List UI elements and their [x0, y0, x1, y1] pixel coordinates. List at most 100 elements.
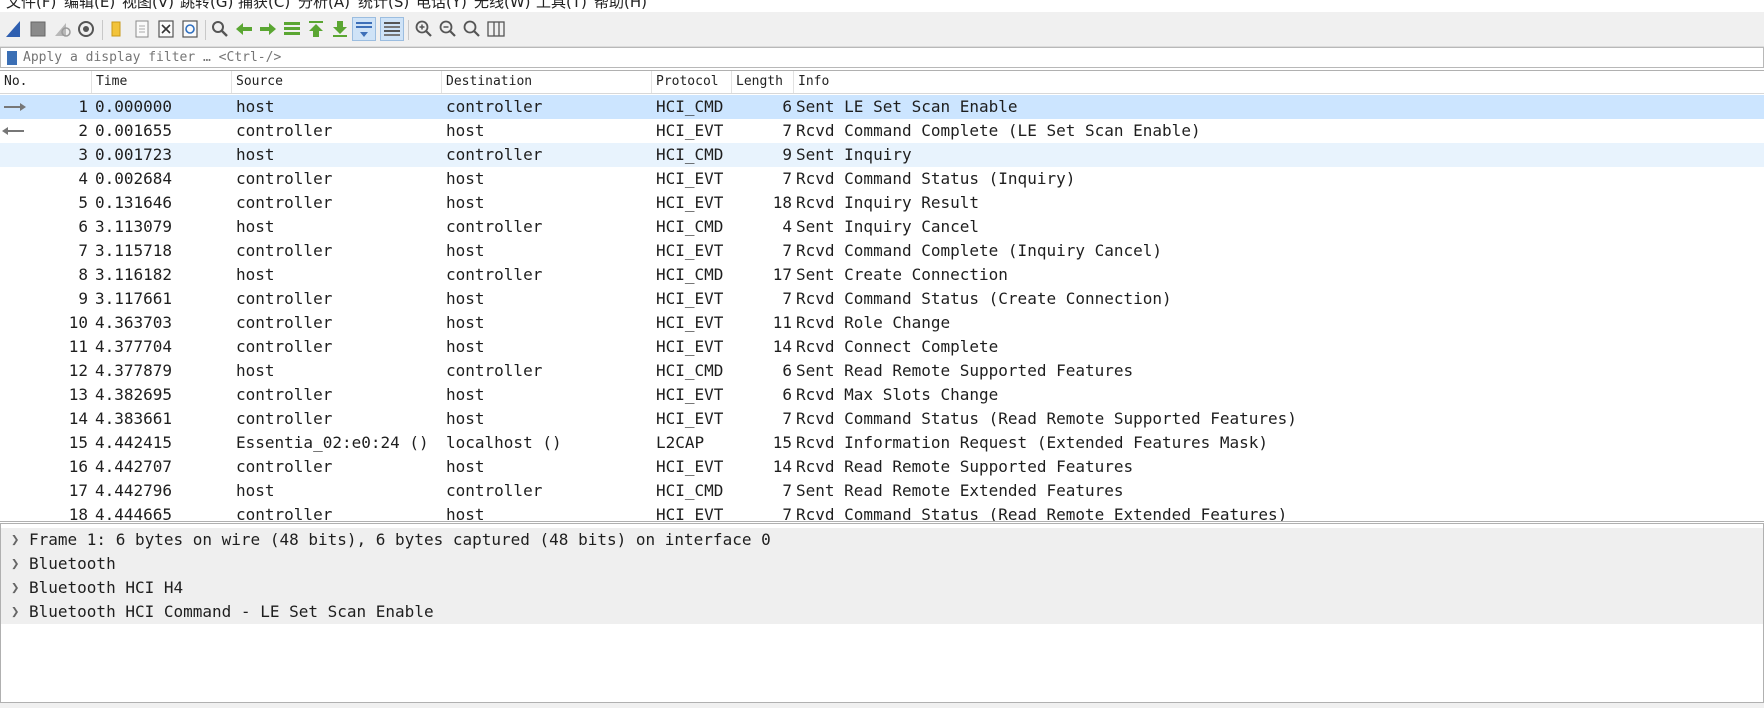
detail-tree-item[interactable]: ❯ Bluetooth	[1, 552, 1763, 576]
packet-length: 17	[772, 265, 792, 284]
packet-protocol: HCI_EVT	[656, 241, 724, 260]
column-header-length[interactable]: Length	[732, 71, 794, 93]
packet-row[interactable]: 9 3.117661 controller host HCI_EVT 7 Rcv…	[0, 287, 1764, 311]
colorize-icon[interactable]	[380, 17, 404, 41]
file-icon[interactable]	[130, 17, 154, 41]
packet-length: 4	[782, 217, 792, 236]
packet-info: Sent Create Connection	[796, 265, 1008, 284]
menu-capture[interactable]: 捕获(C)	[238, 0, 290, 12]
menu-view[interactable]: 视图(V)	[122, 0, 174, 12]
packet-destination: controller	[446, 217, 543, 236]
packet-row[interactable]: 5 0.131646 controller host HCI_EVT 18 Rc…	[0, 191, 1764, 215]
zoom-in-icon[interactable]	[412, 17, 436, 41]
chevron-right-icon[interactable]: ❯	[11, 556, 19, 572]
packet-length: 7	[782, 409, 792, 428]
packet-protocol: HCI_EVT	[656, 169, 724, 188]
packet-row[interactable]: 4 0.002684 controller host HCI_EVT 7 Rcv…	[0, 167, 1764, 191]
menu-tools[interactable]: 工具(T)	[536, 0, 587, 12]
packet-row[interactable]: 3 0.001723 host controller HCI_CMD 9 Sen…	[0, 143, 1764, 167]
bookmark-icon[interactable]	[7, 51, 17, 65]
go-to-packet-icon[interactable]	[280, 17, 304, 41]
packet-list-header: No. Time Source Destination Protocol Len…	[0, 71, 1764, 94]
column-header-destination[interactable]: Destination	[442, 71, 652, 93]
packet-source: controller	[236, 121, 333, 140]
packet-length: 18	[772, 193, 792, 212]
column-header-info[interactable]: Info	[794, 71, 1764, 93]
go-last-icon[interactable]	[328, 17, 352, 41]
find-icon[interactable]	[208, 17, 232, 41]
column-header-source[interactable]: Source	[232, 71, 442, 93]
packet-length: 7	[782, 505, 792, 522]
column-header-protocol[interactable]: Protocol	[652, 71, 732, 93]
packet-destination: host	[446, 289, 485, 308]
go-first-icon[interactable]	[304, 17, 328, 41]
packet-row[interactable]: 6 3.113079 host controller HCI_CMD 4 Sen…	[0, 215, 1764, 239]
packet-length: 14	[772, 457, 792, 476]
packet-row[interactable]: 17 4.442796 host controller HCI_CMD 7 Se…	[0, 479, 1764, 503]
packet-info: Sent Read Remote Extended Features	[796, 481, 1124, 500]
packet-info: Rcvd Command Status (Inquiry)	[796, 169, 1076, 188]
packet-no: 15	[68, 433, 88, 452]
resize-columns-icon[interactable]	[484, 17, 508, 41]
menu-telephony[interactable]: 电话(Y)	[416, 0, 467, 12]
packet-no: 2	[78, 121, 88, 140]
chevron-right-icon[interactable]: ❯	[11, 532, 19, 548]
display-filter-input[interactable]	[23, 50, 623, 65]
packet-row[interactable]: 10 4.363703 controller host HCI_EVT 11 R…	[0, 311, 1764, 335]
stop-icon[interactable]	[26, 17, 50, 41]
menu-statistics[interactable]: 统计(S)	[358, 0, 409, 12]
go-forward-icon[interactable]	[256, 17, 280, 41]
reload-icon[interactable]	[178, 17, 202, 41]
packet-source: controller	[236, 313, 333, 332]
packet-row[interactable]: 14 4.383661 controller host HCI_EVT 7 Rc…	[0, 407, 1764, 431]
packet-row[interactable]: 16 4.442707 controller host HCI_EVT 14 R…	[0, 455, 1764, 479]
detail-tree-item[interactable]: ❯ Bluetooth HCI Command - LE Set Scan En…	[1, 600, 1763, 624]
menu-file[interactable]: 文件(F)	[6, 0, 56, 12]
packet-length: 7	[782, 481, 792, 500]
autoscroll-icon[interactable]	[352, 17, 376, 41]
packet-protocol: HCI_EVT	[656, 457, 724, 476]
packet-row[interactable]: 2 0.001655 controller host HCI_EVT 7 Rcv…	[0, 119, 1764, 143]
packet-row[interactable]: 12 4.377879 host controller HCI_CMD 6 Se…	[0, 359, 1764, 383]
menu-edit[interactable]: 编辑(E)	[64, 0, 115, 12]
packet-source: controller	[236, 457, 333, 476]
go-back-icon[interactable]	[232, 17, 256, 41]
chevron-right-icon[interactable]: ❯	[11, 604, 19, 620]
detail-tree-item[interactable]: ❯ Bluetooth HCI H4	[1, 576, 1763, 600]
packet-row[interactable]: 13 4.382695 controller host HCI_EVT 6 Rc…	[0, 383, 1764, 407]
capture-options-icon[interactable]	[74, 17, 98, 41]
display-filter-bar	[0, 47, 1764, 68]
restart-icon[interactable]	[50, 17, 74, 41]
detail-tree-item[interactable]: ❯ Frame 1: 6 bytes on wire (48 bits), 6 …	[1, 528, 1763, 552]
menu-analyze[interactable]: 分析(A)	[298, 0, 350, 12]
close-file-icon[interactable]	[154, 17, 178, 41]
packet-length: 14	[772, 337, 792, 356]
zoom-out-icon[interactable]	[436, 17, 460, 41]
packet-destination: host	[446, 121, 485, 140]
packet-length: 7	[782, 289, 792, 308]
menu-go[interactable]: 跳转(G)	[180, 0, 233, 12]
packet-row[interactable]: 7 3.115718 controller host HCI_EVT 7 Rcv…	[0, 239, 1764, 263]
packet-time: 4.442415	[95, 433, 173, 452]
packet-list: No. Time Source Destination Protocol Len…	[0, 70, 1764, 522]
packet-row[interactable]: 1 0.000000 host controller HCI_CMD 6 Sen…	[0, 95, 1764, 119]
packet-row[interactable]: 18 4.444665 controller host HCI_EVT 7 Rc…	[0, 503, 1764, 522]
shark-fin-start-icon[interactable]	[2, 17, 26, 41]
menu-wireless[interactable]: 无线(W)	[474, 0, 531, 12]
column-header-no[interactable]: No.	[0, 71, 92, 93]
packet-row[interactable]: 8 3.116182 host controller HCI_CMD 17 Se…	[0, 263, 1764, 287]
open-folder-icon[interactable]	[106, 17, 130, 41]
packet-source: controller	[236, 385, 333, 404]
menu-help[interactable]: 帮助(H)	[594, 0, 647, 12]
chevron-right-icon[interactable]: ❯	[11, 580, 19, 596]
packet-destination: controller	[446, 97, 543, 116]
packet-protocol: HCI_CMD	[656, 217, 724, 236]
column-header-time[interactable]: Time	[92, 71, 232, 93]
zoom-normal-icon[interactable]	[460, 17, 484, 41]
packet-row[interactable]: 11 4.377704 controller host HCI_EVT 14 R…	[0, 335, 1764, 359]
packet-info: Sent Inquiry Cancel	[796, 217, 980, 236]
packet-row[interactable]: 15 4.442415 Essentia_02:e0:24 () localho…	[0, 431, 1764, 455]
main-toolbar	[0, 12, 1764, 47]
packet-destination: host	[446, 313, 485, 332]
packet-info: Sent Read Remote Supported Features	[796, 361, 1134, 380]
